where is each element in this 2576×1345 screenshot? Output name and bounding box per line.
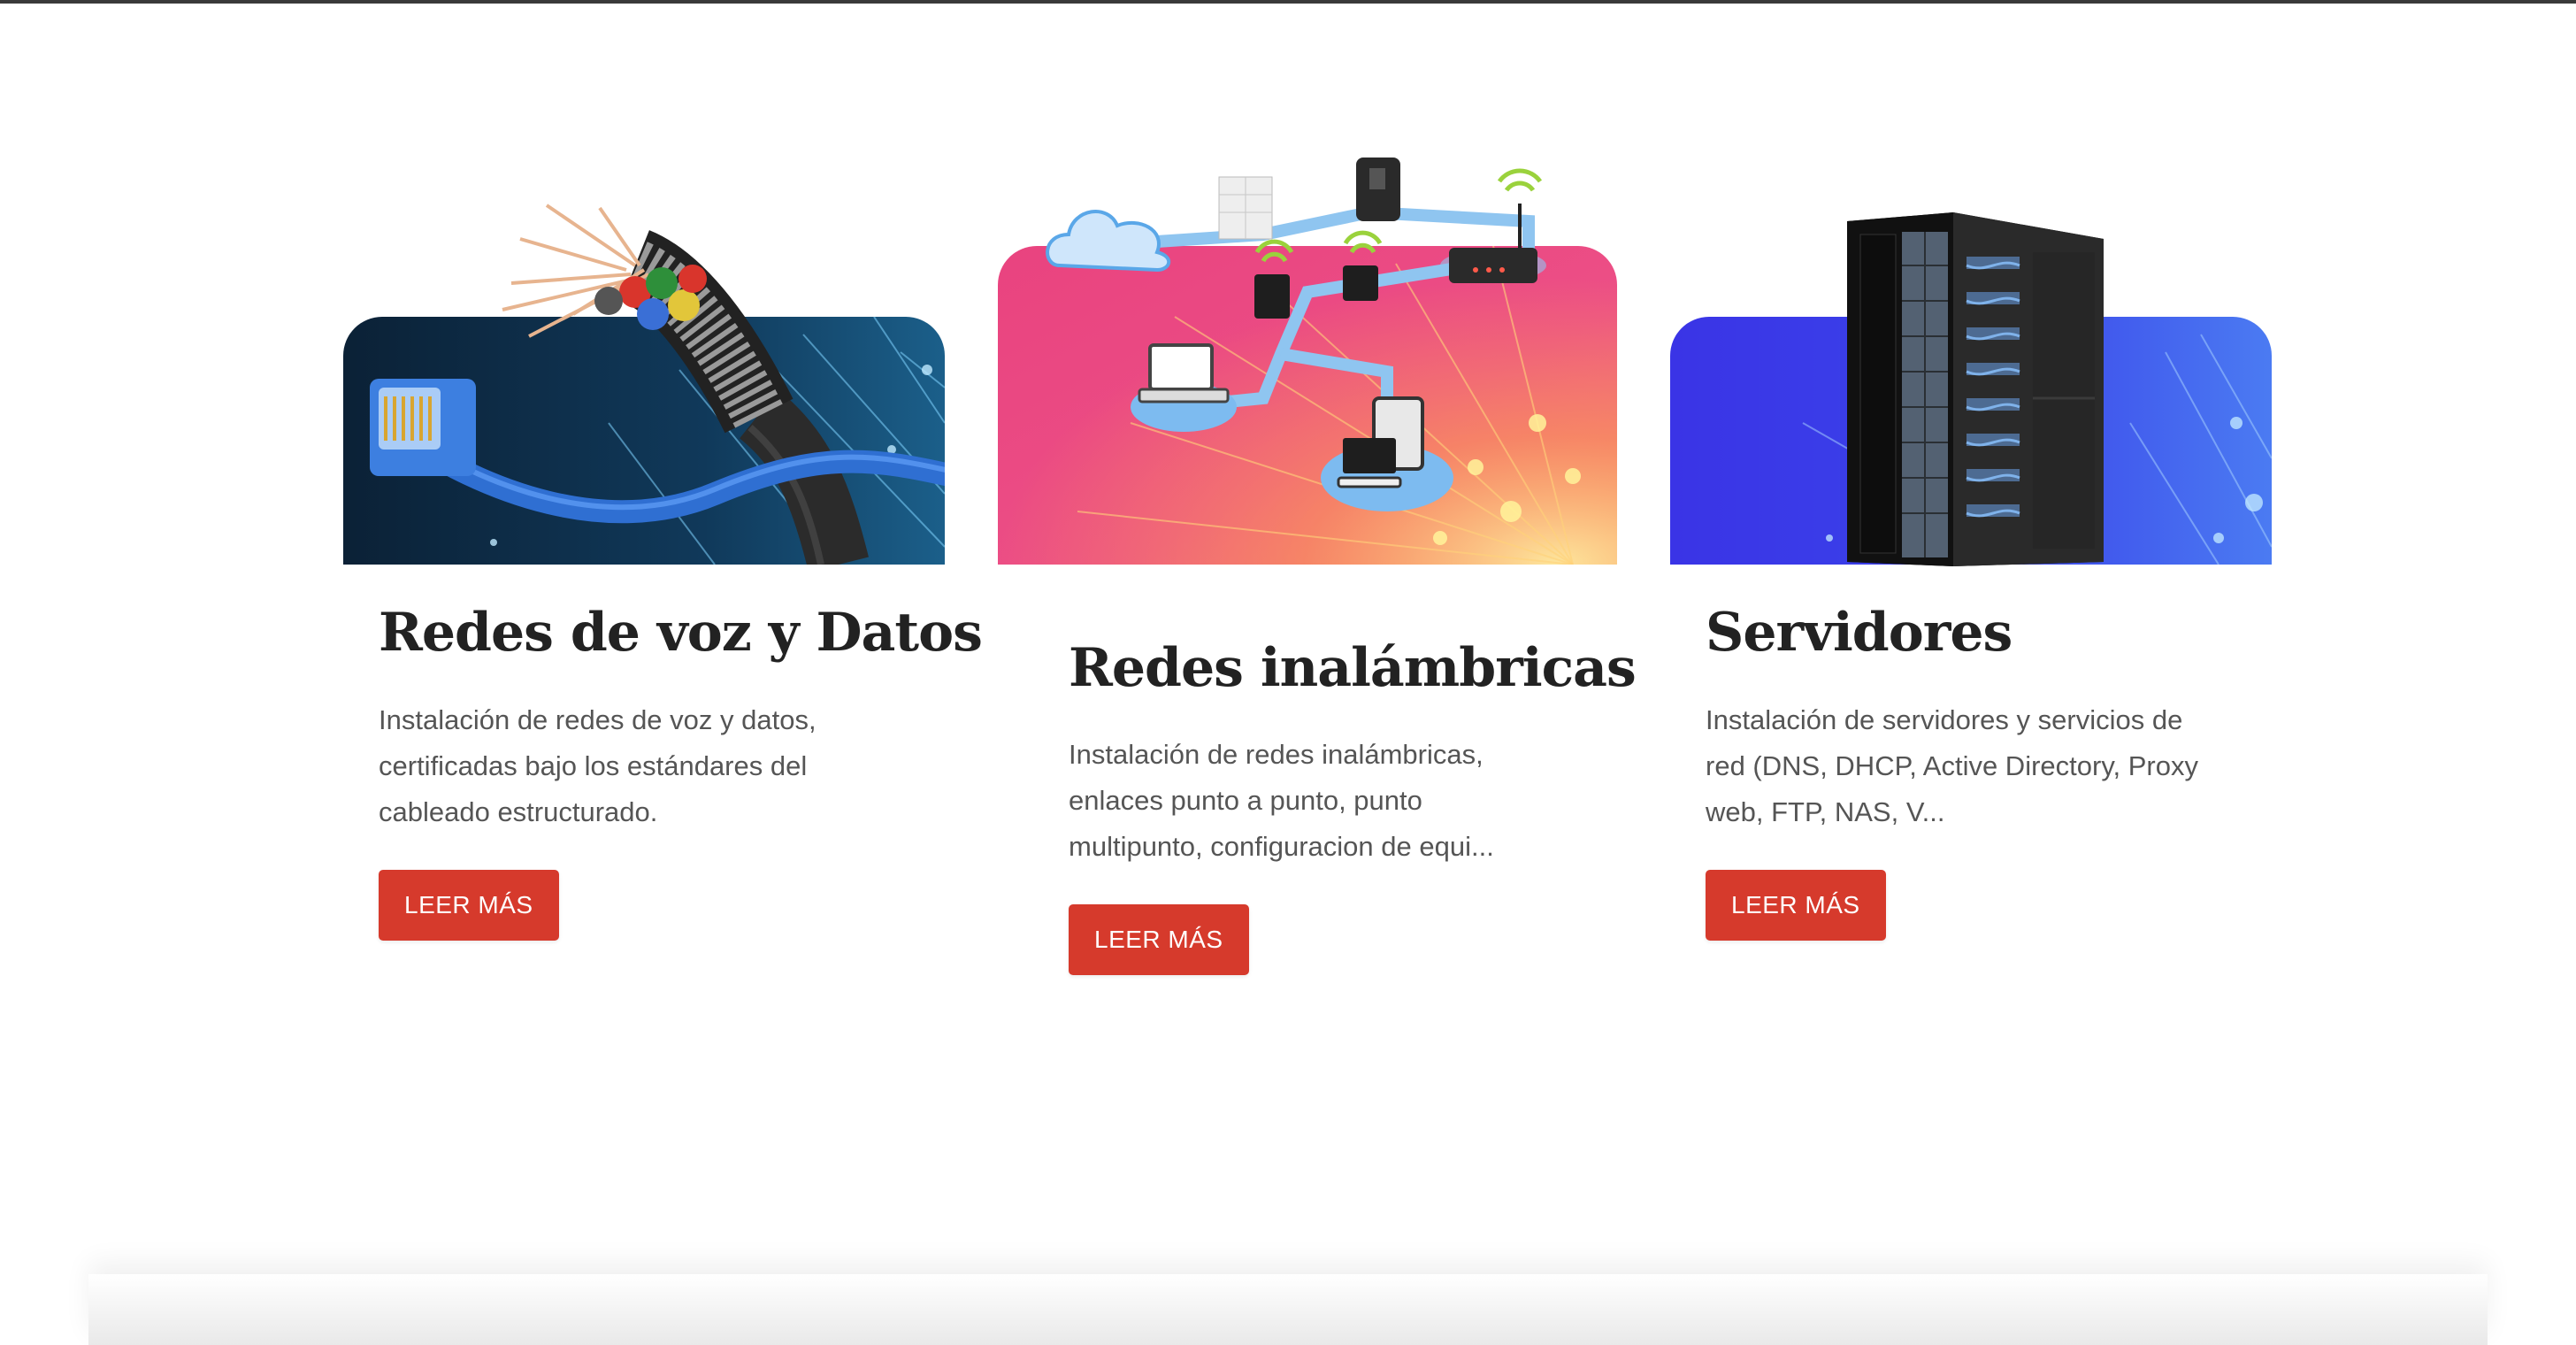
footer-edge (88, 1274, 2488, 1345)
read-more-button[interactable]: LEER MÁS (1706, 870, 1886, 941)
service-description: Instalación de redes inalámbricas, enlac… (1069, 739, 1494, 862)
service-card-inalambricas: Redes inalámbricas Instalación de redes … (998, 0, 1637, 1009)
read-more-button[interactable]: LEER MÁS (379, 870, 559, 941)
fiber-cable-image (343, 317, 945, 565)
service-card-voz-datos: Redes de voz y Datos Instalación de rede… (343, 0, 983, 973)
service-description: Instalación de servidores y servicios de… (1706, 704, 2198, 827)
service-description: Instalación de redes de voz y datos, cer… (379, 704, 816, 827)
service-title: Redes de voz y Datos (379, 602, 983, 664)
service-title: Servidores (1706, 602, 2012, 664)
service-card-servidores: Servidores Instalación de servidores y s… (1670, 0, 2272, 973)
server-rack-image (1670, 317, 2272, 565)
wireless-network-image (998, 246, 1617, 565)
read-more-button[interactable]: LEER MÁS (1069, 904, 1249, 975)
service-title: Redes inalámbricas (1069, 637, 1637, 699)
